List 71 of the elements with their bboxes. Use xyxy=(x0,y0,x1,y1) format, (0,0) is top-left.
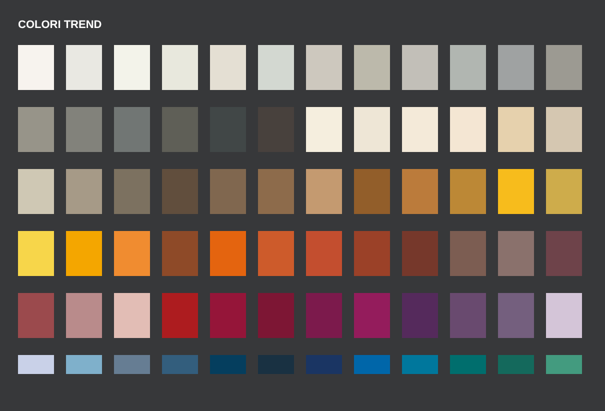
color-swatch[interactable] xyxy=(306,106,342,152)
color-swatch[interactable] xyxy=(354,168,390,214)
color-swatch[interactable] xyxy=(210,168,246,214)
color-swatch[interactable] xyxy=(66,106,102,152)
color-swatch[interactable] xyxy=(450,168,486,214)
color-swatch[interactable] xyxy=(402,44,438,90)
color-swatch[interactable] xyxy=(162,292,198,338)
color-swatch[interactable] xyxy=(402,168,438,214)
color-swatch[interactable] xyxy=(66,292,102,338)
color-swatch[interactable] xyxy=(210,354,246,374)
color-swatch[interactable] xyxy=(546,168,582,214)
color-swatch[interactable] xyxy=(402,230,438,276)
color-swatch[interactable] xyxy=(546,292,582,338)
color-swatch[interactable] xyxy=(450,44,486,90)
color-swatch[interactable] xyxy=(546,230,582,276)
color-swatch[interactable] xyxy=(402,106,438,152)
color-swatch[interactable] xyxy=(306,168,342,214)
color-swatch[interactable] xyxy=(498,106,534,152)
color-swatch[interactable] xyxy=(450,106,486,152)
color-swatch[interactable] xyxy=(66,44,102,90)
color-swatch[interactable] xyxy=(18,168,54,214)
color-swatch[interactable] xyxy=(162,44,198,90)
color-swatch[interactable] xyxy=(18,44,54,90)
color-swatch[interactable] xyxy=(162,106,198,152)
color-swatch[interactable] xyxy=(546,44,582,90)
color-swatch[interactable] xyxy=(402,292,438,338)
color-swatch[interactable] xyxy=(114,106,150,152)
color-swatch[interactable] xyxy=(258,230,294,276)
color-swatch[interactable] xyxy=(498,44,534,90)
color-swatch[interactable] xyxy=(546,106,582,152)
color-swatch[interactable] xyxy=(498,230,534,276)
section-title: COLORI TREND xyxy=(18,18,102,33)
color-swatch[interactable] xyxy=(354,230,390,276)
color-swatch[interactable] xyxy=(450,230,486,276)
color-swatch[interactable] xyxy=(210,292,246,338)
color-swatch[interactable] xyxy=(258,44,294,90)
color-swatch[interactable] xyxy=(354,354,390,374)
color-swatch[interactable] xyxy=(498,354,534,374)
color-swatch[interactable] xyxy=(546,354,582,374)
color-swatch[interactable] xyxy=(258,168,294,214)
color-swatch[interactable] xyxy=(450,354,486,374)
color-swatch[interactable] xyxy=(498,292,534,338)
color-swatch[interactable] xyxy=(162,230,198,276)
color-swatch[interactable] xyxy=(354,44,390,90)
color-swatch[interactable] xyxy=(114,168,150,214)
color-swatch[interactable] xyxy=(162,168,198,214)
color-swatch[interactable] xyxy=(306,354,342,374)
color-swatch[interactable] xyxy=(210,44,246,90)
color-swatch[interactable] xyxy=(66,168,102,214)
color-swatch[interactable] xyxy=(258,292,294,338)
color-swatch[interactable] xyxy=(450,292,486,338)
color-swatch[interactable] xyxy=(210,230,246,276)
color-swatch[interactable] xyxy=(354,292,390,338)
color-swatch[interactable] xyxy=(498,168,534,214)
color-swatch[interactable] xyxy=(306,292,342,338)
color-swatch[interactable] xyxy=(354,106,390,152)
color-swatch[interactable] xyxy=(162,354,198,374)
color-swatch[interactable] xyxy=(114,230,150,276)
color-swatch[interactable] xyxy=(18,230,54,276)
color-swatch[interactable] xyxy=(114,44,150,90)
color-swatch[interactable] xyxy=(114,354,150,374)
color-swatch[interactable] xyxy=(114,292,150,338)
color-swatch[interactable] xyxy=(66,230,102,276)
color-swatch[interactable] xyxy=(306,230,342,276)
color-swatch[interactable] xyxy=(306,44,342,90)
color-swatch[interactable] xyxy=(18,354,54,374)
color-swatch[interactable] xyxy=(18,292,54,338)
color-swatch[interactable] xyxy=(18,106,54,152)
color-swatch[interactable] xyxy=(258,354,294,374)
color-swatch[interactable] xyxy=(66,354,102,374)
color-swatch[interactable] xyxy=(402,354,438,374)
